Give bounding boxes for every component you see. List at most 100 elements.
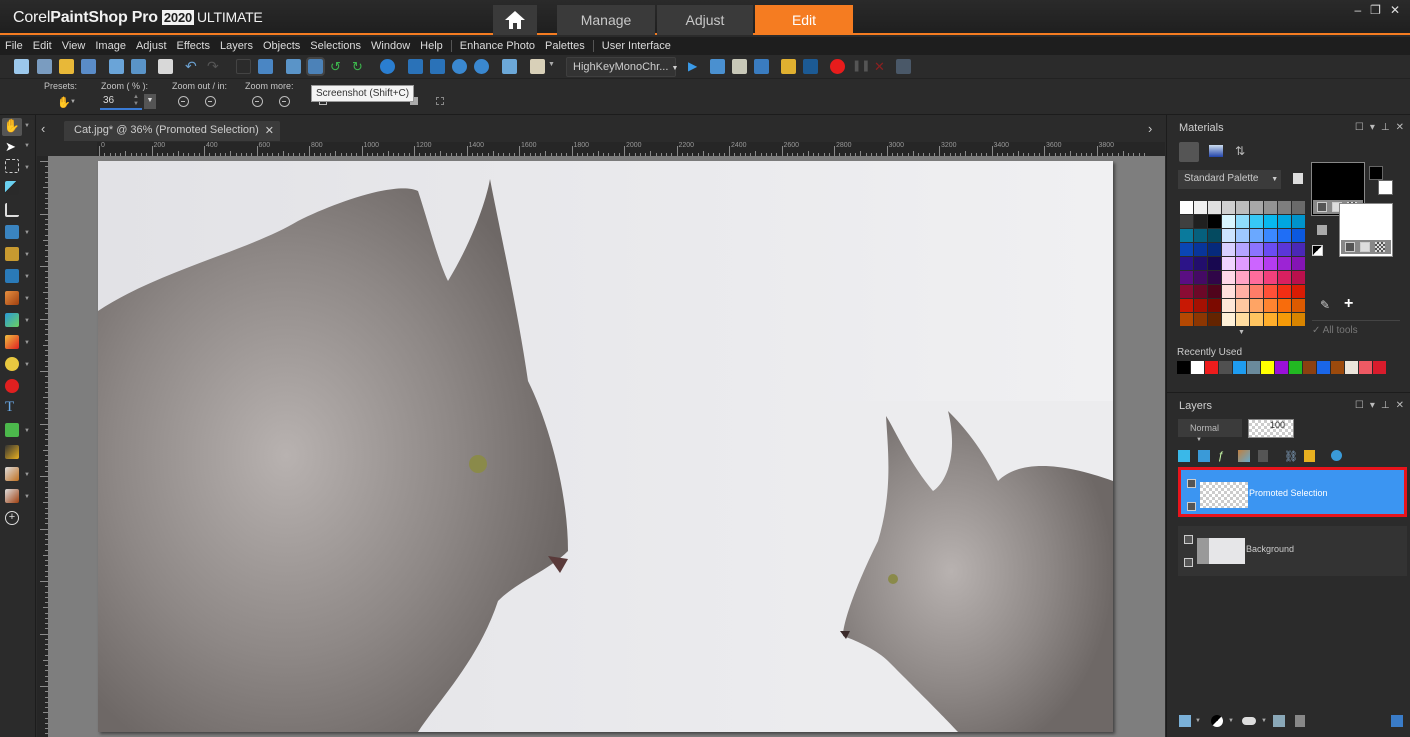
recent-color-swatch[interactable]: [1345, 361, 1358, 374]
palette-swatch[interactable]: [1222, 243, 1235, 256]
chevron-down-icon[interactable]: ▼: [24, 362, 30, 368]
palette-swatch[interactable]: [1292, 243, 1305, 256]
move-layer-up-icon[interactable]: [1178, 450, 1190, 462]
chevron-down-icon[interactable]: ▼: [24, 165, 30, 171]
menu-enhance-photo[interactable]: Enhance Photo: [455, 40, 540, 52]
palette-swatch[interactable]: [1236, 285, 1249, 298]
save-icon[interactable]: [109, 59, 124, 74]
recent-color-swatch[interactable]: [1303, 361, 1316, 374]
palette-swatch[interactable]: [1222, 271, 1235, 284]
swatches-tab[interactable]: [1179, 142, 1199, 162]
palette-swatch[interactable]: [1250, 271, 1263, 284]
recent-color-swatch[interactable]: [1275, 361, 1288, 374]
palette-swatch[interactable]: [1264, 257, 1277, 270]
tabs-scroll-left-button[interactable]: ‹: [41, 121, 45, 136]
palette-swatch[interactable]: [1250, 243, 1263, 256]
menu-window[interactable]: Window: [366, 40, 415, 52]
new-file-icon[interactable]: [14, 59, 29, 74]
palette-swatch[interactable]: [1236, 271, 1249, 284]
palette-swatch[interactable]: [1292, 257, 1305, 270]
palette-swatch[interactable]: [1278, 201, 1291, 214]
palette-swatch[interactable]: [1264, 313, 1277, 326]
chevron-down-icon[interactable]: ▼: [70, 99, 76, 105]
open-script-folder-icon[interactable]: [781, 59, 796, 74]
fill-option-icon[interactable]: [436, 97, 444, 105]
pin-panel-icon[interactable]: ⊥: [1381, 122, 1390, 133]
menu-objects[interactable]: Objects: [258, 40, 305, 52]
new-group-icon[interactable]: [1273, 715, 1285, 727]
layer-item-promoted-selection[interactable]: Promoted Selection: [1178, 467, 1407, 517]
zoom-out-button[interactable]: [178, 96, 189, 107]
document-tab[interactable]: Cat.jpg* @ 36% (Promoted Selection) ✕: [64, 121, 280, 141]
dodge-tool-icon[interactable]: [5, 357, 19, 371]
chevron-down-icon[interactable]: ▼: [1228, 718, 1234, 724]
add-swatch-icon[interactable]: +: [1344, 295, 1353, 313]
blend-mode-select[interactable]: Normal ▼: [1178, 419, 1242, 443]
palette-swatch[interactable]: [1250, 201, 1263, 214]
palette-swatch[interactable]: [1264, 215, 1277, 228]
rectangle-tool-icon[interactable]: [5, 423, 19, 437]
save-as-icon[interactable]: [131, 59, 146, 74]
straighten-tool-icon[interactable]: [5, 225, 19, 239]
palette-swatch[interactable]: [1236, 299, 1249, 312]
edit-script-icon[interactable]: [732, 59, 747, 74]
undo-icon[interactable]: ↶: [185, 59, 200, 74]
run-selected-script-icon[interactable]: [710, 59, 725, 74]
recent-color-swatch[interactable]: [1261, 361, 1274, 374]
zoom-in-icon[interactable]: [474, 59, 489, 74]
palette-swatch[interactable]: [1278, 229, 1291, 242]
recent-color-swatch[interactable]: [1247, 361, 1260, 374]
menu-edit[interactable]: Edit: [28, 40, 57, 52]
all-tools-checkbox[interactable]: ✓ All tools: [1312, 325, 1358, 336]
palette-swatch[interactable]: [1180, 299, 1193, 312]
chevron-down-icon[interactable]: ▼: [1261, 718, 1267, 724]
palette-swatch[interactable]: [1292, 215, 1305, 228]
palette-swatch[interactable]: [1250, 257, 1263, 270]
palette-swatch[interactable]: [1180, 257, 1193, 270]
palette-swatch[interactable]: [1292, 299, 1305, 312]
chevron-down-icon[interactable]: ▼: [24, 274, 30, 280]
palette-swatch[interactable]: [1264, 243, 1277, 256]
adjust-tab-icon[interactable]: ⇅: [1235, 144, 1245, 158]
palette-swatch[interactable]: [1278, 271, 1291, 284]
chevron-down-icon[interactable]: ▼: [548, 61, 555, 68]
menu-adjust[interactable]: Adjust: [131, 40, 172, 52]
palette-swatch[interactable]: [1278, 299, 1291, 312]
tab-home[interactable]: [493, 5, 537, 35]
panel-menu-icon[interactable]: ▾: [1370, 400, 1375, 411]
close-window-button[interactable]: ✕: [1390, 3, 1400, 17]
chevron-down-icon[interactable]: ▼: [24, 252, 30, 258]
palette-swatch[interactable]: [1236, 229, 1249, 242]
chevron-down-icon[interactable]: ▼: [24, 296, 30, 302]
palette-swatch[interactable]: [1292, 229, 1305, 242]
selection-tool-icon[interactable]: [5, 159, 19, 173]
recent-color-swatch[interactable]: [1289, 361, 1302, 374]
script-output-icon[interactable]: [754, 59, 769, 74]
palette-swatch[interactable]: [1208, 229, 1221, 242]
pick-tool-icon[interactable]: ➤: [5, 139, 19, 154]
palette-swatch[interactable]: [1222, 299, 1235, 312]
palette-swatch[interactable]: [1180, 243, 1193, 256]
add-tool-icon[interactable]: +: [5, 511, 19, 525]
cancel-record-icon[interactable]: ✕: [874, 59, 889, 74]
zoom-out-icon[interactable]: [452, 59, 467, 74]
palette-swatch[interactable]: [1278, 257, 1291, 270]
palette-swatch[interactable]: [1194, 215, 1207, 228]
palette-swatch[interactable]: [1292, 285, 1305, 298]
chevron-down-icon[interactable]: ▼: [1238, 329, 1245, 336]
record-icon[interactable]: [830, 59, 845, 74]
warp-brush-icon[interactable]: [5, 467, 19, 481]
chevron-down-icon[interactable]: ▼: [24, 340, 30, 346]
color-style-button[interactable]: [1345, 242, 1355, 252]
reset-colors-icon[interactable]: [1312, 245, 1323, 256]
run-script-icon[interactable]: ▶: [688, 59, 703, 74]
rotate-left-icon[interactable]: ↺: [330, 59, 345, 74]
screenshot-multi-icon[interactable]: [286, 59, 301, 74]
palette-swatch[interactable]: [1236, 313, 1249, 326]
palette-swatch[interactable]: [1208, 313, 1221, 326]
menu-user-interface[interactable]: User Interface: [597, 40, 676, 52]
palette-swatch[interactable]: [1250, 299, 1263, 312]
palette-select[interactable]: Standard Palette ▼: [1178, 170, 1281, 189]
script-select[interactable]: HighKeyMonoChr... ▼: [566, 57, 678, 77]
menu-palettes[interactable]: Palettes: [540, 40, 590, 52]
